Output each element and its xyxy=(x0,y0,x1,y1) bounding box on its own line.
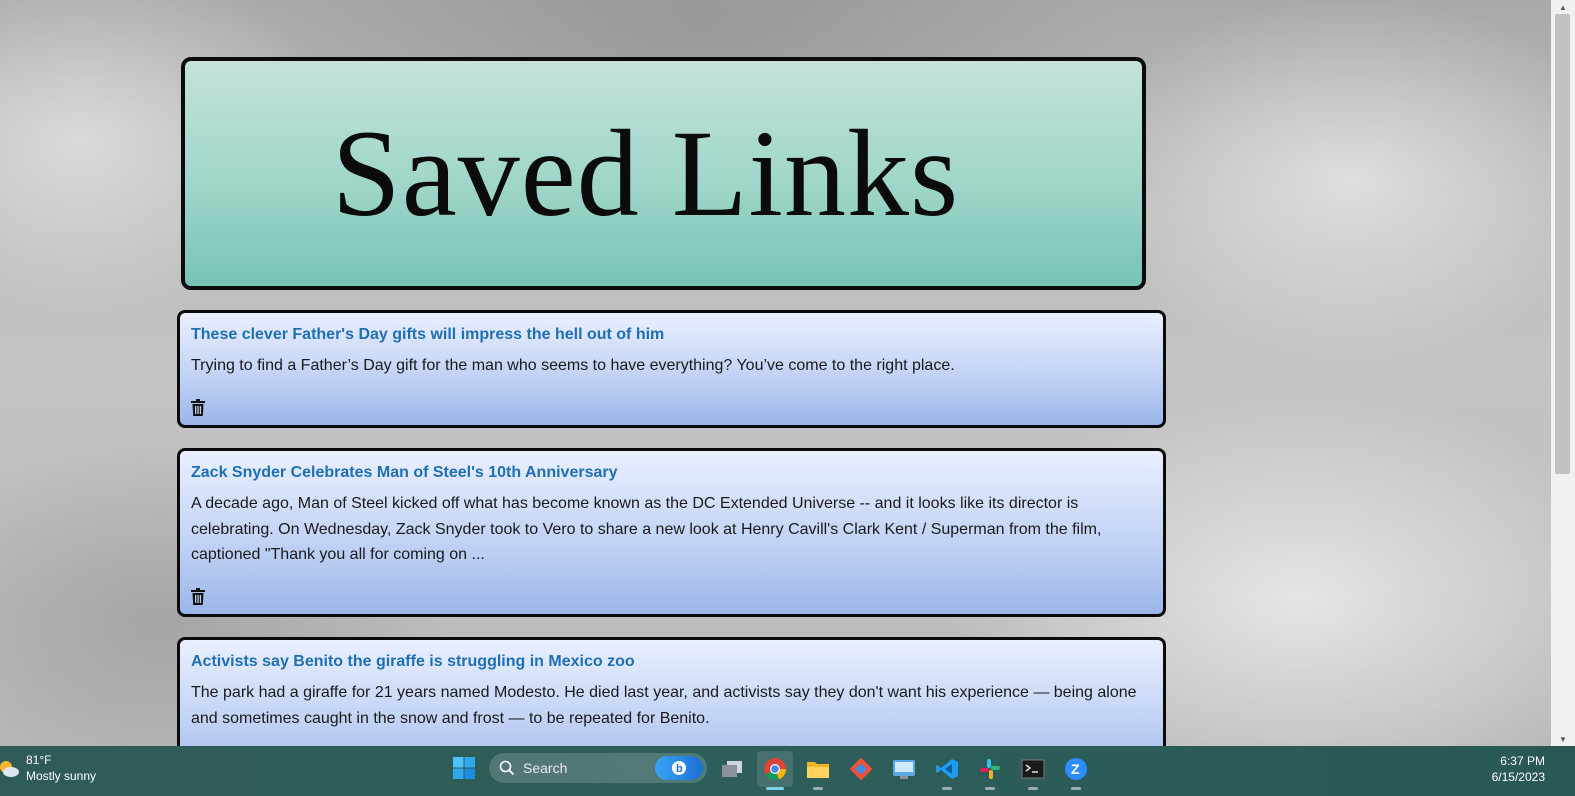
control-panel-icon[interactable] xyxy=(886,751,922,787)
vscode-icon[interactable] xyxy=(929,751,965,790)
vertical-scrollbar[interactable]: ▲ ▼ xyxy=(1551,0,1575,746)
link-title[interactable]: These clever Father's Day gifts will imp… xyxy=(191,325,1152,345)
file-explorer-icon[interactable] xyxy=(800,751,836,790)
search-icon xyxy=(499,760,515,776)
scroll-down-arrow-icon[interactable]: ▼ xyxy=(1551,732,1575,746)
trash-icon[interactable] xyxy=(191,587,207,606)
clock-time: 6:37 PM xyxy=(1500,754,1545,768)
chrome-icon[interactable] xyxy=(757,751,793,790)
git-icon[interactable] xyxy=(843,751,879,787)
weather-widget[interactable]: 81°F Mostly sunny xyxy=(0,752,96,784)
link-description: A decade ago, Man of Steel kicked off wh… xyxy=(191,495,1102,563)
scroll-thumb[interactable] xyxy=(1555,14,1570,474)
svg-text:Z: Z xyxy=(1071,761,1080,777)
weather-condition: Mostly sunny xyxy=(26,769,97,783)
partly-sunny-icon xyxy=(0,761,19,777)
link-card: Zack Snyder Celebrates Man of Steel's 10… xyxy=(177,448,1166,617)
scroll-up-arrow-icon[interactable]: ▲ xyxy=(1551,0,1575,14)
svg-text:b: b xyxy=(676,763,683,775)
taskbar-search[interactable]: Search b xyxy=(489,753,707,783)
clock-date: 6/15/2023 xyxy=(1491,770,1545,784)
terminal-icon[interactable] xyxy=(1015,751,1051,790)
link-description: Trying to find a Father’s Day gift for t… xyxy=(191,357,955,374)
trash-icon[interactable] xyxy=(191,398,207,417)
link-card: These clever Father's Day gifts will imp… xyxy=(177,310,1166,428)
link-title[interactable]: Activists say Benito the giraffe is stru… xyxy=(191,652,1152,672)
page: Saved Links These clever Father's Day gi… xyxy=(0,0,1551,746)
link-description: The park had a giraffe for 21 years name… xyxy=(191,684,1137,727)
weather-temp: 81°F xyxy=(26,753,52,767)
link-title[interactable]: Zack Snyder Celebrates Man of Steel's 10… xyxy=(191,463,1152,483)
bing-icon[interactable]: b xyxy=(655,756,703,780)
task-view-icon[interactable] xyxy=(714,751,750,787)
zoom-icon[interactable]: Z xyxy=(1058,751,1094,790)
page-title: Saved Links xyxy=(331,104,960,242)
search-label: Search xyxy=(523,760,568,776)
system-clock[interactable]: 6:37 PM 6/15/2023 xyxy=(1492,753,1545,785)
link-card: Activists say Benito the giraffe is stru… xyxy=(177,637,1166,746)
windows-start-icon[interactable] xyxy=(452,756,476,780)
slack-icon[interactable] xyxy=(972,751,1008,790)
taskbar: 81°F Mostly sunny Search b Z 6:37 PM 6/1… xyxy=(0,746,1575,796)
header-banner: Saved Links xyxy=(181,57,1146,290)
